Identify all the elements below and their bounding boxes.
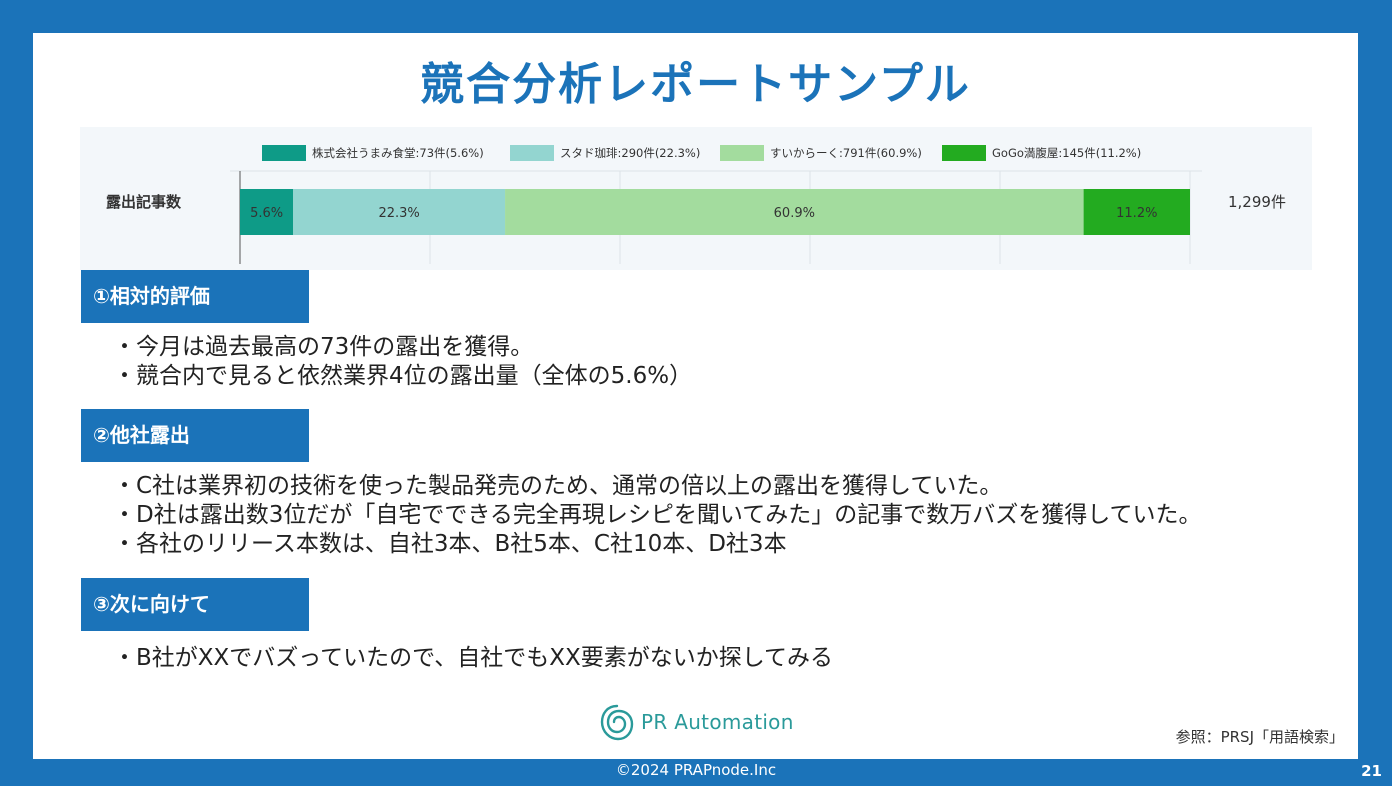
section-heading-competitor-exposure: ②他社露出	[81, 409, 309, 462]
legend-swatch	[510, 145, 554, 161]
bar-data-label: 22.3%	[378, 206, 419, 221]
bullet-item: 競合内で見ると依然業界4位の露出量（全体の5.6%）	[113, 362, 692, 391]
bar-data-label: 5.6%	[250, 206, 283, 221]
slide-title: 競合分析レポートサンプル	[420, 59, 971, 110]
page-number: 21	[1361, 762, 1382, 780]
bullet-item: 各社のリリース本数は、自社3本、B社5本、C社10本、D社3本	[113, 530, 1202, 559]
stacked-bar-chart: 株式会社うまみ食堂:73件(5.6%) スタド珈琲:290件(22.3%) すいから…	[80, 127, 1312, 270]
legend-swatch	[942, 145, 986, 161]
copyright-footer: ©2024 PRAPnode.Inc	[615, 761, 777, 779]
logo-text: PR Automation	[641, 710, 794, 734]
chart-legend: 株式会社うまみ食堂:73件(5.6%) スタド珈琲:290件(22.3%) すいから…	[262, 145, 1141, 161]
category-label: 露出記事数	[106, 193, 182, 211]
slide: 競合分析レポートサンプル 株式会社うまみ食堂:73件(5.6%) スタド珈琲:29…	[33, 33, 1358, 759]
section-heading-next-steps: ③次に向けて	[81, 578, 309, 631]
reference-note: 参照：PRSJ「用語検索」	[1175, 728, 1344, 746]
legend-swatch	[262, 145, 306, 161]
section-bullets-next-steps: B社がXXでバズっていたので、自社でもXX要素がないか探してみる	[113, 644, 833, 673]
chart-svg: 株式会社うまみ食堂:73件(5.6%) スタド珈琲:290件(22.3%) すいから…	[106, 145, 1286, 264]
bullet-item: 今月は過去最高の73件の露出を獲得。	[113, 333, 692, 362]
pr-automation-logo: PR Automation	[599, 702, 794, 742]
bullet-item: C社は業界初の技術を使った製品発売のため、通常の倍以上の露出を獲得していた。	[113, 472, 1202, 501]
bar-data-label: 60.9%	[774, 206, 815, 221]
legend-entry: 株式会社うまみ食堂:73件(5.6%)	[312, 146, 484, 160]
bullet-item: B社がXXでバズっていたので、自社でもXX要素がないか探してみる	[113, 644, 833, 673]
spiral-logo-icon	[600, 704, 634, 741]
total-label: 1,299件	[1228, 193, 1286, 211]
section-bullets-relative-evaluation: 今月は過去最高の73件の露出を獲得。 競合内で見ると依然業界4位の露出量（全体の…	[113, 333, 692, 391]
legend-entry: GoGo満腹屋:145件(11.2%)	[992, 146, 1141, 160]
legend-entry: スタド珈琲:290件(22.3%)	[560, 146, 700, 160]
bar-data-label: 11.2%	[1116, 206, 1157, 221]
legend-swatch	[720, 145, 764, 161]
legend-entry: すいからーく:791件(60.9%)	[770, 146, 922, 160]
section-heading-relative-evaluation: ①相対的評価	[81, 270, 309, 323]
bullet-item: D社は露出数3位だが「自宅でできる完全再現レシピを聞いてみた」の記事で数万バズを…	[113, 501, 1202, 530]
section-bullets-competitor-exposure: C社は業界初の技術を使った製品発売のため、通常の倍以上の露出を獲得していた。 D…	[113, 472, 1202, 559]
chart-bars: 5.6% 22.3% 60.9% 11.2%	[240, 189, 1190, 235]
